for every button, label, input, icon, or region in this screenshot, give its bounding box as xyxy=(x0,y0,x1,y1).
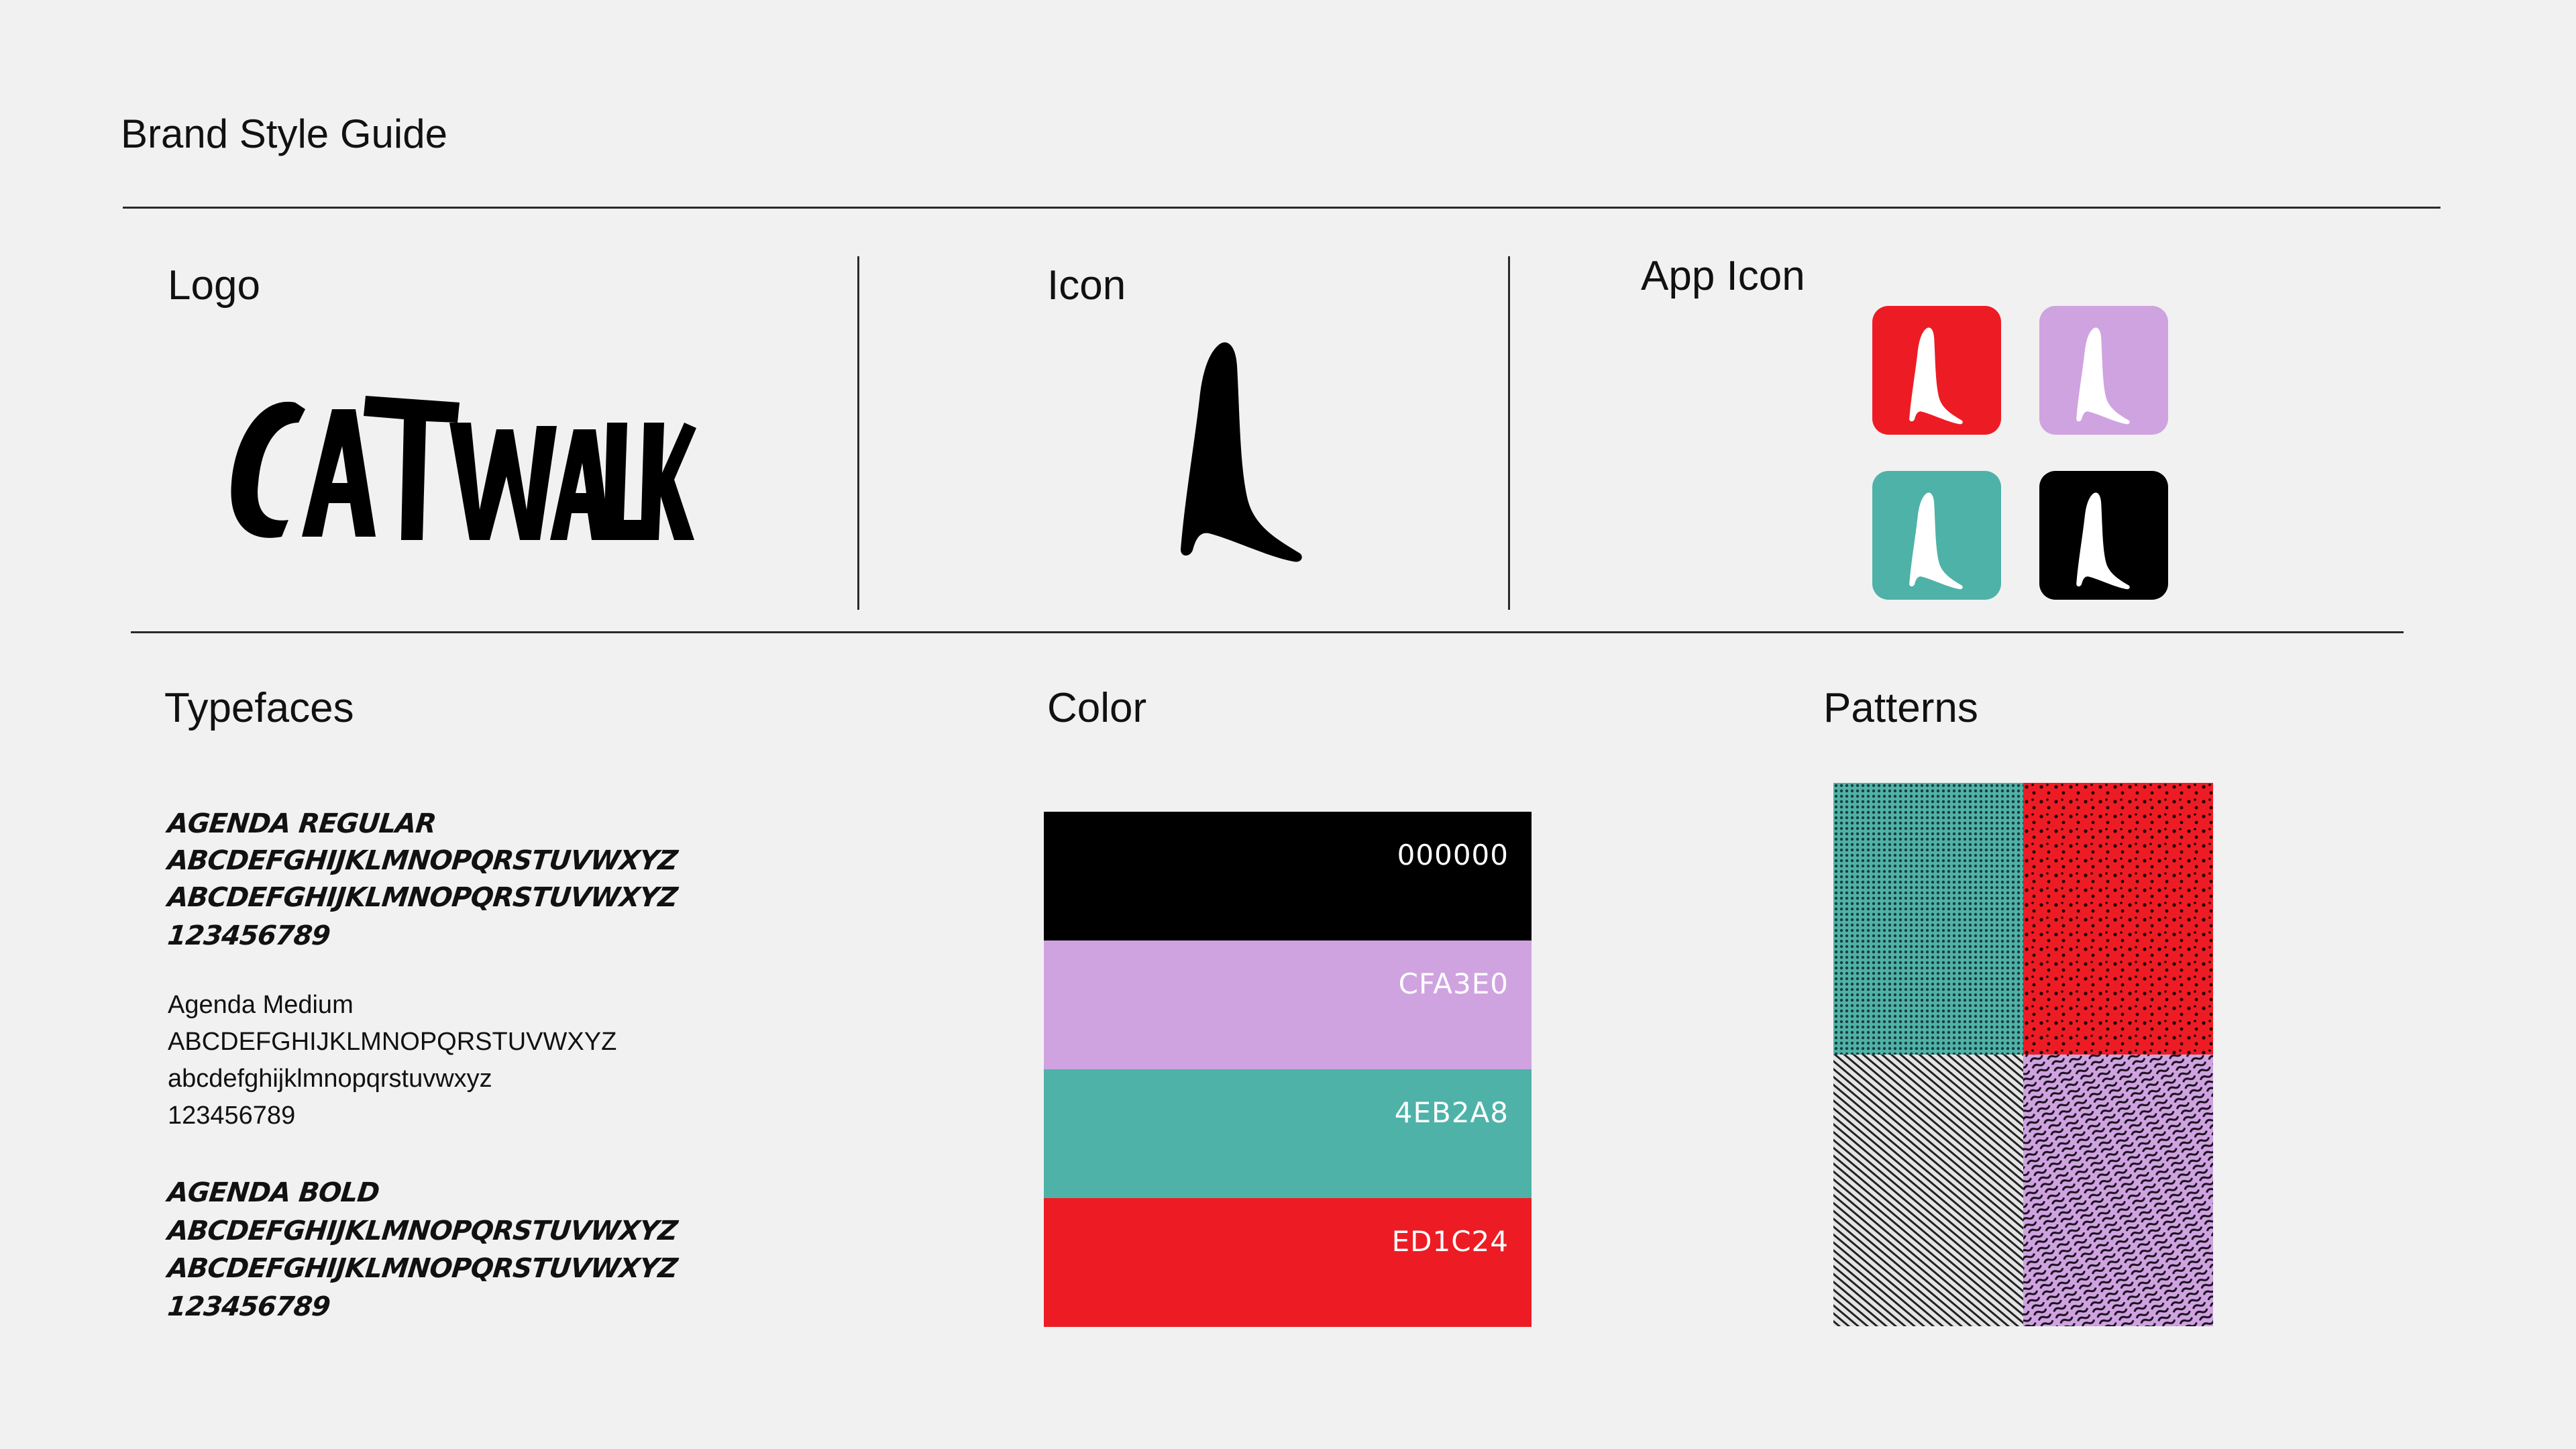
red-dot-pattern xyxy=(2023,783,2213,1055)
boot-icon xyxy=(2076,492,2130,590)
color-swatch-teal: 4EB2A8 xyxy=(1044,1069,1532,1198)
app-icon-red xyxy=(1872,306,2001,435)
teal-halftone-pattern xyxy=(1833,783,2023,1055)
color-section-title: Color xyxy=(1047,685,1147,731)
typeface-bold-upper: ABCDEFGHIJKLMNOPQRSTUVWXYZ xyxy=(166,1216,679,1246)
icon-section-title: Icon xyxy=(1047,262,1126,309)
typeface-regular-digits: 123456789 xyxy=(166,920,331,951)
typeface-regular-lower: ABCDEFGHIJKLMNOPQRSTUVWXYZ xyxy=(166,882,679,913)
typeface-medium-lower: abcdefghijklmnopqrstuvwxyz xyxy=(168,1065,492,1093)
color-swatch-label: 4EB2A8 xyxy=(1394,1096,1509,1129)
color-swatch-lavender: CFA3E0 xyxy=(1044,941,1532,1069)
boot-icon xyxy=(2076,327,2130,425)
typeface-regular-name: AGENDA REGULAR xyxy=(166,808,437,839)
patterns-section-title: Patterns xyxy=(1823,685,1978,731)
color-swatch-black: 000000 xyxy=(1044,812,1532,941)
page-title: Brand Style Guide xyxy=(121,111,447,156)
icon-appicon-divider xyxy=(1508,256,1510,610)
color-swatch-label: ED1C24 xyxy=(1391,1225,1509,1258)
typeface-medium-name: Agenda Medium xyxy=(168,991,354,1019)
typeface-bold-name: AGENDA BOLD xyxy=(166,1177,381,1208)
row-divider xyxy=(131,631,2404,633)
color-swatch-label: 000000 xyxy=(1397,839,1509,871)
catwalk-logo xyxy=(231,396,696,540)
typeface-medium-upper: ABCDEFGHIJKLMNOPQRSTUVWXYZ xyxy=(168,1028,617,1056)
typeface-bold-digits: 123456789 xyxy=(166,1291,331,1322)
app-icon-black xyxy=(2039,471,2168,600)
high-heel-boot-icon xyxy=(1181,342,1302,562)
boot-icon xyxy=(1909,492,1963,590)
app-icon-teal xyxy=(1872,471,2001,600)
color-swatch-label: CFA3E0 xyxy=(1398,967,1509,1000)
typefaces-section-title: Typefaces xyxy=(164,685,354,731)
typeface-medium-digits: 123456789 xyxy=(168,1102,296,1130)
lavender-squiggle-pattern xyxy=(2023,1055,2213,1326)
header-divider xyxy=(123,207,2440,209)
color-swatch-red: ED1C24 xyxy=(1044,1198,1532,1327)
app-icon-lavender xyxy=(2039,306,2168,435)
boot-icon xyxy=(1909,327,1963,425)
typeface-bold-lower: ABCDEFGHIJKLMNOPQRSTUVWXYZ xyxy=(166,1253,679,1284)
typeface-regular-upper: ABCDEFGHIJKLMNOPQRSTUVWXYZ xyxy=(166,845,679,876)
app-icon-section-title: App Icon xyxy=(1641,253,1805,299)
logo-icon-divider xyxy=(857,256,859,610)
gray-diagonal-line-pattern xyxy=(1833,1055,2023,1326)
logo-section-title: Logo xyxy=(168,262,260,309)
